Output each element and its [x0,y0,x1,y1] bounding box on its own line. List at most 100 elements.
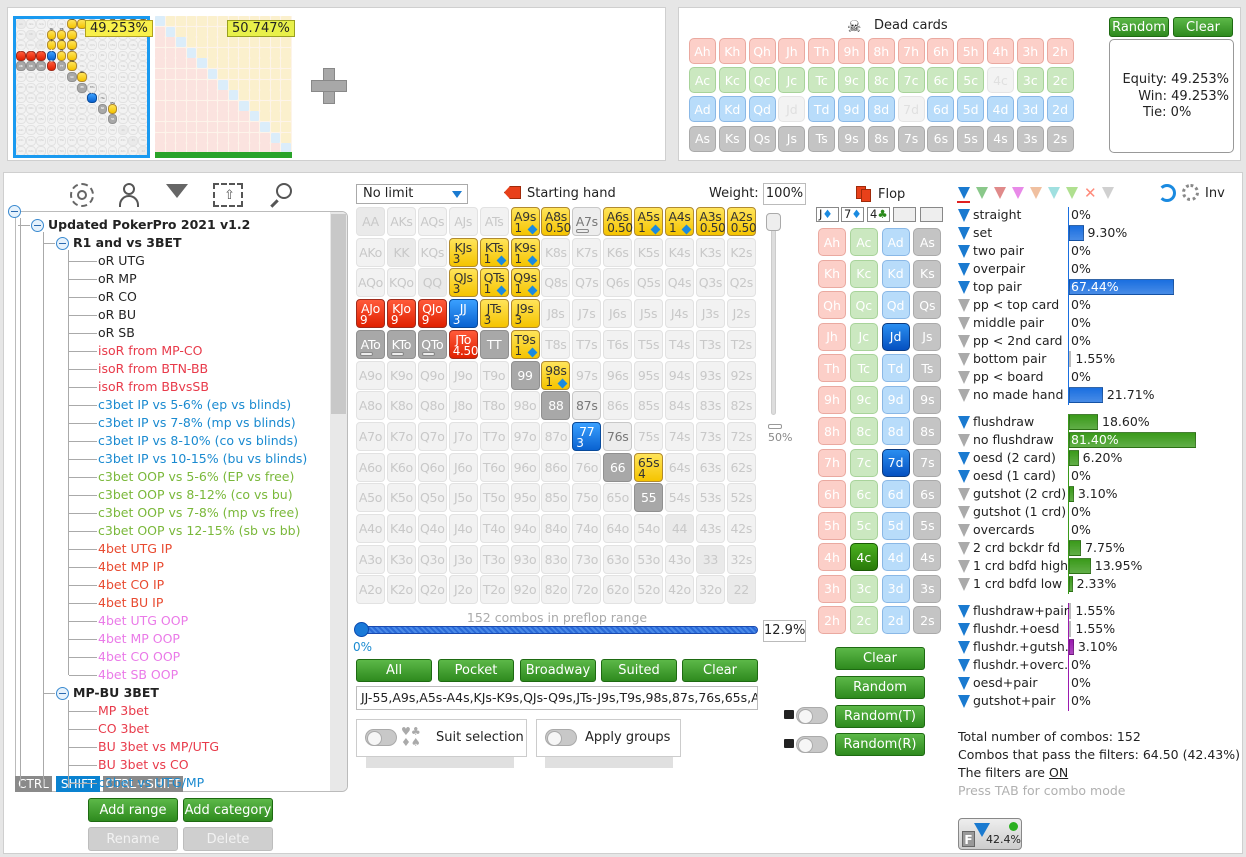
flop-card-Jd[interactable]: Jd [881,322,910,351]
flop-card-3c[interactable]: 3c [849,574,878,603]
hand-cell-AJs[interactable]: AJs [448,207,478,236]
add-category-button[interactable]: Add category [183,798,273,822]
hand-cell-64s[interactable]: 64s [665,452,694,482]
filter-funnel-icon[interactable] [958,389,970,402]
hand-cell-T8o[interactable]: T8o [479,391,509,421]
filter-preset-icon[interactable] [958,187,970,199]
hand-cell-84o[interactable]: 84o [541,514,571,543]
hand-cell-75s[interactable]: 75s [634,421,664,451]
flop-card-Qc[interactable]: Qc [849,291,878,319]
hand-cell-Q5o[interactable]: Q5o [417,483,447,513]
hand-cell-75o[interactable]: 75o [572,483,602,513]
hand-cell-TT[interactable]: TT [479,329,509,359]
filter-funnel-icon[interactable] [958,695,970,708]
tree-scrollbar-thumb[interactable] [331,214,346,414]
hand-cell-A9s[interactable]: A9s 1 [510,207,540,236]
flop-card-Jc[interactable]: Jc [849,322,878,351]
hand-cell-55[interactable]: 55 [634,483,664,513]
filter-funnel-icon[interactable] [958,434,970,447]
hand-cell-42o[interactable]: 42o [665,575,694,605]
dead-card-7c[interactable]: 7c [897,67,925,94]
dead-card-7d[interactable]: 7d [897,96,925,123]
collapse-icon[interactable] [31,219,44,232]
hand-cell-ATs[interactable]: ATs [479,207,509,236]
flop-card-9c[interactable]: 9c [849,385,878,414]
hand-cell-Q9o[interactable]: Q9o [417,360,447,390]
tree-item[interactable]: isoR from BTN-BB [98,360,208,378]
flop-card-9h[interactable]: 9h [818,385,846,414]
flop-card-Td[interactable]: Td [881,354,910,382]
dead-card-Ks[interactable]: Ks [718,125,746,152]
tree-item[interactable]: c3bet OOP vs 8-12% (co vs bu) [98,486,293,504]
hand-cell-K5s[interactable]: K5s [634,237,664,267]
hand-cell-KJo[interactable]: KJo 9 [386,299,416,329]
hand-cell-33[interactable]: 33 [695,544,725,574]
tree-item[interactable]: oR BU [98,306,136,324]
tree-item[interactable]: c3bet IP vs 10-15% (bu vs blinds) [98,450,307,468]
dead-card-Jh[interactable]: Jh [778,38,806,64]
hand-cell-65o[interactable]: 65o [603,483,633,513]
hand-cell-62s[interactable]: 62s [726,452,756,482]
hand-cell-73s[interactable]: 73s [695,421,725,451]
hand-cell-T2s[interactable]: T2s [726,329,756,359]
flop-card-5d[interactable]: 5d [881,511,910,540]
hand-cell-87o[interactable]: 87o [541,421,571,451]
tree-item[interactable]: c3bet OOP vs 7-8% (mp vs free) [98,504,299,522]
filter-icon[interactable] [166,184,188,198]
dead-card-Td[interactable]: Td [808,96,836,123]
tree-item[interactable]: 4bet BU IP [98,594,163,612]
hand-cell-52o[interactable]: 52o [634,575,664,605]
flop-card-2s[interactable]: 2s [913,606,942,634]
hand-cell-85o[interactable]: 85o [541,483,571,513]
weight-slider-track[interactable] [771,215,776,415]
weight-slider-thumb[interactable] [766,213,781,231]
filter-funnel-icon[interactable] [958,452,970,465]
dead-card-2d[interactable]: 2d [1046,96,1074,123]
dead-card-8s[interactable]: 8s [867,125,895,152]
flop-card-5c[interactable]: 5c [849,511,878,540]
filters-state-toggle[interactable]: ON [1049,765,1068,780]
filter-funnel-icon[interactable] [958,623,970,636]
filter-funnel-icon[interactable] [958,299,970,312]
hand-cell-Q4o[interactable]: Q4o [417,514,447,543]
filter-funnel-icon[interactable] [958,470,970,483]
filter-funnel-icon[interactable] [958,605,970,618]
refresh-icon[interactable] [1158,184,1176,202]
board-slot[interactable]: 7♦ [841,207,864,222]
flop-clear-button[interactable]: Clear [835,647,925,670]
hand-cell-JTs[interactable]: JTs 3 [479,299,509,329]
dead-card-Kc[interactable]: Kc [718,67,746,94]
dead-card-2h[interactable]: 2h [1046,38,1074,64]
stat-row-flushdr-gutsh-[interactable]: flushdr.+gutsh. [958,638,1069,656]
tree-item[interactable]: 4bet MP IP [98,558,164,576]
hand-cell-T2o[interactable]: T2o [479,575,509,605]
flop-card-6h[interactable]: 6h [818,480,846,508]
clear-range-button[interactable]: Clear [682,659,758,682]
flop-card-7h[interactable]: 7h [818,448,846,477]
hand-cell-K4s[interactable]: K4s [665,237,694,267]
tree-item[interactable]: oR MP [98,270,137,288]
lock-turn-toggle[interactable] [796,707,828,724]
hand-cell-43s[interactable]: 43s [695,514,725,543]
dead-card-Qs[interactable]: Qs [748,125,776,152]
flop-card-8c[interactable]: 8c [849,417,878,445]
hand-cell-T4s[interactable]: T4s [665,329,694,359]
dead-card-Kd[interactable]: Kd [718,96,746,123]
filter-funnel-icon[interactable] [958,263,970,276]
game-type-select[interactable]: No limit [356,184,468,204]
hand-cell-K6o[interactable]: K6o [386,452,416,482]
tree-item[interactable]: 4bet SB OOP [98,666,178,684]
flop-card-As[interactable]: As [913,228,942,256]
hand-cell-77[interactable]: 77 3 [572,421,602,451]
dead-card-8h[interactable]: 8h [867,38,895,64]
range-slider-thumb[interactable] [354,622,369,637]
hand-cell-97s[interactable]: 97s [572,360,602,390]
stat-row-oesd-1-card-[interactable]: oesd (1 card) [958,467,1056,485]
hand-cell-J9s[interactable]: J9s 3 [510,299,540,329]
hand-cell-K9o[interactable]: K9o [386,360,416,390]
hand-cell-22[interactable]: 22 [726,575,756,605]
hand-cell-72o[interactable]: 72o [572,575,602,605]
hand-cell-Q3o[interactable]: Q3o [417,544,447,574]
hand-cell-32s[interactable]: 32s [726,544,756,574]
hand-cell-J5s[interactable]: J5s [634,299,664,329]
